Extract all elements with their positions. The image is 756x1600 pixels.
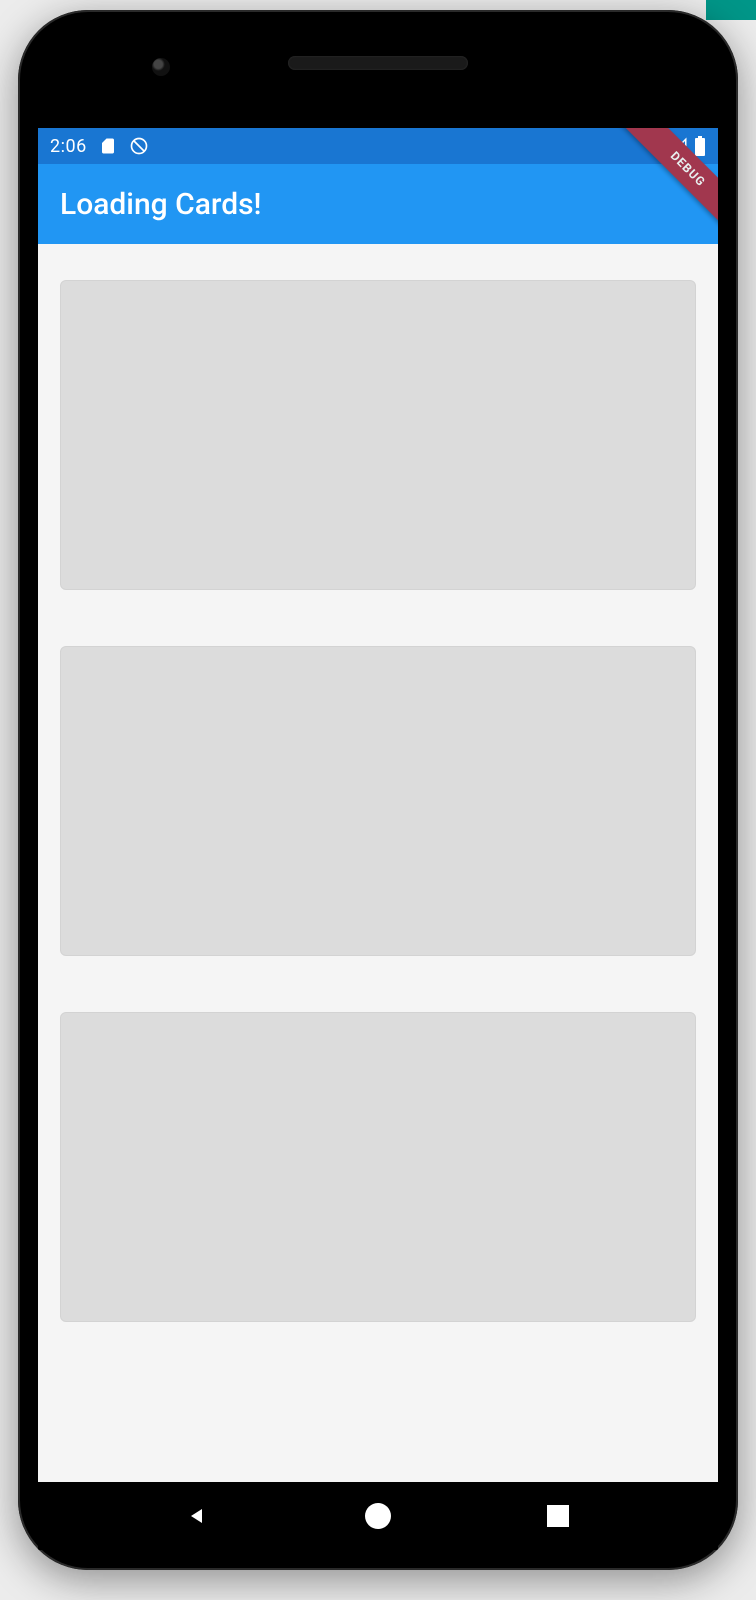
square-icon bbox=[547, 1505, 569, 1527]
loading-card bbox=[60, 1012, 696, 1322]
phone-speaker bbox=[288, 56, 468, 70]
app-bar: Loading Cards! DEBUG bbox=[38, 164, 718, 244]
loading-card bbox=[60, 280, 696, 590]
app-title: Loading Cards! bbox=[60, 187, 261, 222]
nav-home-button[interactable] bbox=[358, 1496, 398, 1536]
phone-screen: 2:06 Loading bbox=[38, 128, 718, 1482]
status-clock: 2:06 bbox=[50, 136, 87, 157]
loading-card bbox=[60, 646, 696, 956]
nav-recent-button[interactable] bbox=[538, 1496, 578, 1536]
front-camera bbox=[152, 58, 170, 76]
status-bar: 2:06 bbox=[38, 128, 718, 164]
dnd-icon bbox=[129, 136, 149, 156]
battery-icon bbox=[694, 136, 706, 156]
phone-frame: 2:06 Loading bbox=[18, 10, 738, 1570]
sd-card-icon bbox=[99, 137, 117, 155]
android-nav-bar bbox=[38, 1482, 718, 1550]
circle-icon bbox=[365, 1503, 391, 1529]
scroll-content[interactable] bbox=[38, 244, 718, 1482]
nav-back-button[interactable] bbox=[178, 1496, 218, 1536]
status-left: 2:06 bbox=[50, 136, 149, 157]
